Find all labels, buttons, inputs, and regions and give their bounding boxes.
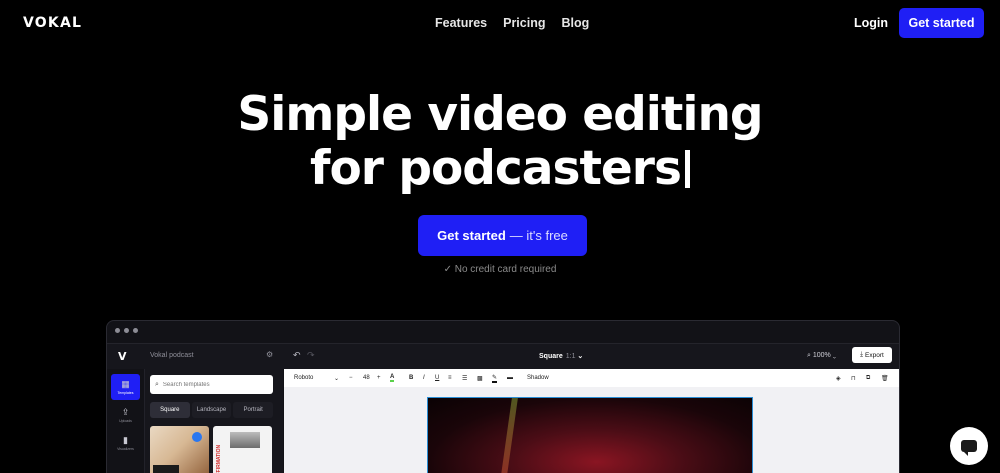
- left-rail: ▦ Templates ⇪ Uploads ▮ Visualizers: [107, 369, 145, 473]
- align-icon[interactable]: ☰: [462, 375, 467, 382]
- text-color-icon[interactable]: A: [390, 374, 395, 382]
- typing-caret: [684, 150, 690, 188]
- brand-logo[interactable]: VOKAL: [23, 15, 82, 31]
- hero-get-started-button[interactable]: Get started — it's free: [418, 215, 587, 256]
- search-input[interactable]: [162, 381, 263, 388]
- underline-icon[interactable]: U: [435, 375, 439, 381]
- hero-title: Simple video editing for podcasters: [0, 88, 1000, 196]
- video-frame[interactable]: [427, 397, 753, 473]
- duplicate-icon[interactable]: ⧉: [866, 375, 870, 382]
- plus-icon[interactable]: +: [377, 375, 381, 381]
- export-button[interactable]: ⤓ Export: [852, 347, 892, 363]
- rail-item-templates[interactable]: ▦ Templates: [111, 374, 140, 400]
- zoom-level: 100%: [812, 352, 831, 359]
- transparency-icon[interactable]: ▩: [477, 375, 483, 382]
- hero-cta-rest-label: — it's free: [509, 228, 568, 243]
- stroke-icon[interactable]: ✎: [492, 374, 498, 383]
- chat-bubble-icon: [961, 440, 977, 456]
- background-icon[interactable]: ▬: [507, 375, 513, 381]
- nav-links: Features Pricing Blog: [435, 16, 589, 30]
- minus-icon[interactable]: −: [349, 375, 353, 381]
- top-nav: VOKAL Features Pricing Blog Login Get st…: [0, 0, 1000, 46]
- chevron-down-icon: ⌄: [577, 353, 584, 360]
- login-link[interactable]: Login: [854, 16, 888, 30]
- app-logo-icon: V: [118, 350, 127, 363]
- rail-label: Visualizers: [117, 447, 134, 451]
- window-dots: [115, 328, 138, 333]
- export-label: Export: [865, 351, 884, 359]
- rail-item-uploads[interactable]: ⇪ Uploads: [111, 402, 140, 428]
- lock-icon[interactable]: ⊓: [851, 375, 856, 382]
- font-select[interactable]: Roboto: [294, 375, 313, 381]
- bold-icon[interactable]: B: [409, 375, 413, 381]
- template-thumbnail[interactable]: [150, 426, 209, 473]
- app-preview-window: V Vokal podcast ⚙ ↶ ↷ Square 1:1 ⌄ ⌕ 100%…: [106, 320, 900, 473]
- format-ratio: 1:1: [565, 353, 576, 360]
- template-vertical-text: AFFIRMATION: [216, 444, 222, 473]
- template-thumbnail[interactable]: AFFIRMATION: [213, 426, 272, 473]
- nav-get-started-button[interactable]: Get started: [899, 8, 984, 38]
- templates-panel: ⌕ Square Landscape Portrait AFFIRMATION: [145, 369, 283, 473]
- project-name[interactable]: Vokal podcast: [150, 352, 194, 359]
- chevron-down-icon[interactable]: ⌄: [334, 375, 339, 382]
- hero-title-line-1: Simple video editing: [237, 87, 763, 142]
- font-size-value[interactable]: 48: [363, 375, 370, 381]
- nav-link-features[interactable]: Features: [435, 16, 487, 30]
- template-image: [230, 432, 260, 448]
- app-topbar: V Vokal podcast ⚙ ↶ ↷ Square 1:1 ⌄ ⌕ 100%…: [107, 343, 899, 369]
- template-search[interactable]: ⌕: [150, 375, 273, 394]
- format-selector[interactable]: Square 1:1 ⌄: [539, 352, 583, 360]
- window-dot: [133, 328, 138, 333]
- window-dot: [124, 328, 129, 333]
- tab-landscape[interactable]: Landscape: [191, 402, 232, 418]
- rail-label: Uploads: [119, 419, 132, 423]
- search-icon: ⌕: [155, 380, 159, 388]
- video-light-streak: [500, 398, 518, 473]
- waveform-icon: ▮: [123, 435, 128, 445]
- rail-item-visualizers[interactable]: ▮ Visualizers: [111, 430, 140, 456]
- shadow-option[interactable]: Shadow: [527, 375, 549, 381]
- orientation-tabs: Square Landscape Portrait: [150, 402, 274, 418]
- format-label: Square: [539, 353, 563, 360]
- line-height-icon[interactable]: ≡: [448, 375, 452, 381]
- template-badge: [192, 432, 202, 442]
- grid-icon: ▦: [121, 379, 130, 389]
- undo-icon[interactable]: ↶: [293, 350, 301, 361]
- tab-portrait[interactable]: Portrait: [233, 402, 274, 418]
- hero-title-line-2: for podcasters: [0, 142, 1000, 196]
- window-dot: [115, 328, 120, 333]
- template-caption-block: [153, 465, 179, 473]
- chat-widget-button[interactable]: [950, 427, 988, 465]
- nav-link-pricing[interactable]: Pricing: [503, 16, 545, 30]
- rail-label: Templates: [117, 391, 134, 395]
- hero-title-line-2-text: for podcasters: [310, 141, 682, 196]
- zoom-control[interactable]: ⌕ 100% ⌄: [807, 352, 836, 360]
- hero-cta-bold-label: Get started: [437, 228, 506, 243]
- trash-icon[interactable]: 🗑: [881, 375, 889, 382]
- chevron-down-icon: ⌄: [830, 352, 837, 359]
- download-icon: ⤓: [860, 351, 864, 358]
- nav-link-blog[interactable]: Blog: [561, 16, 589, 30]
- italic-icon[interactable]: I: [423, 375, 425, 381]
- redo-icon[interactable]: ↷: [307, 350, 315, 361]
- layers-icon[interactable]: ◈: [836, 375, 841, 382]
- upload-icon: ⇪: [121, 407, 130, 417]
- tab-square[interactable]: Square: [150, 402, 190, 418]
- text-toolbar: Roboto ⌄ − 48 + A B I U ≡ ☰ ▩ ✎ ▬ Shadow…: [284, 369, 899, 387]
- settings-icon[interactable]: ⚙: [266, 350, 273, 359]
- editor-canvas: [284, 387, 899, 473]
- no-credit-card-note: ✓ No credit card required: [443, 264, 557, 275]
